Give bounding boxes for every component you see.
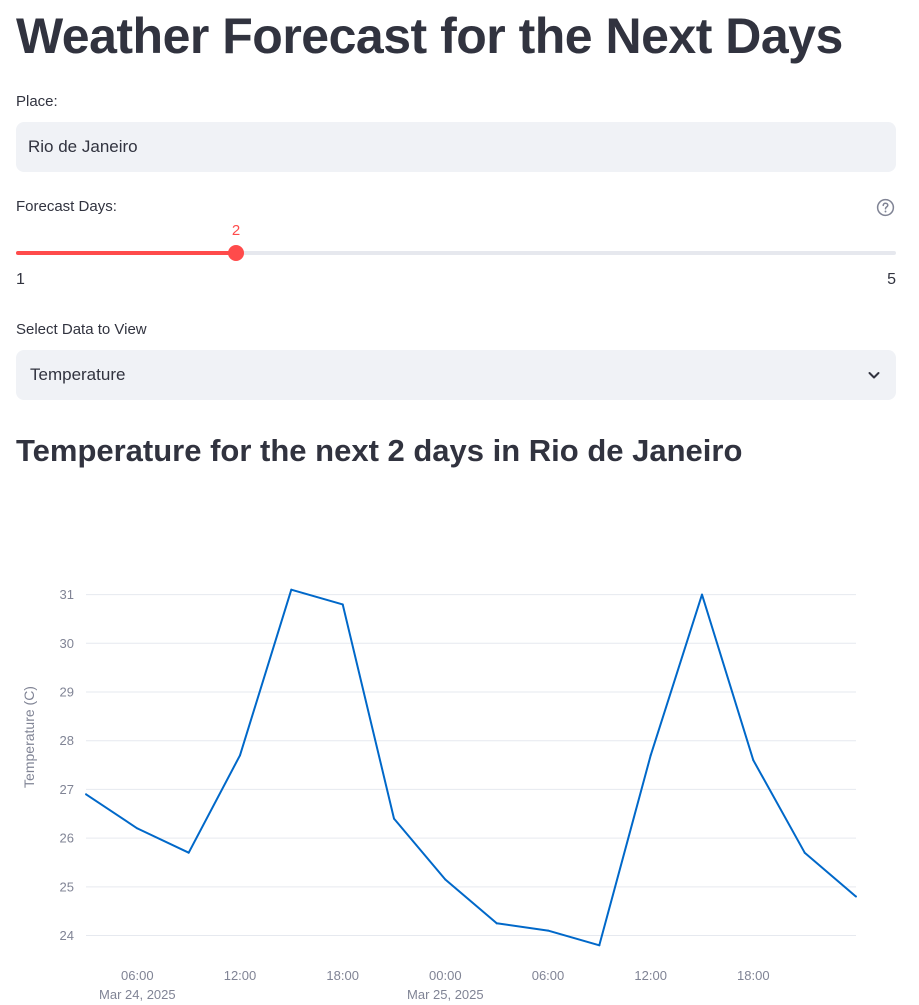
chart-x-tick-label: 18:00 (326, 968, 359, 983)
chart-data-point[interactable] (136, 827, 139, 830)
chart-series[interactable] (85, 588, 857, 947)
chart-y-tick-label: 25 (60, 879, 74, 894)
chart-data-point[interactable] (341, 603, 344, 606)
chart-y-tick-label: 28 (60, 733, 74, 748)
place-label: Place: (16, 93, 58, 110)
chart-y-tick-label: 26 (60, 831, 74, 846)
temperature-line-chart[interactable]: 24 25 26 27 28 29 30 31 06:00 Mar 24, 2025 12:00 1… (0, 480, 919, 1005)
chart-y-axis-label: Temperature (C) (21, 686, 37, 788)
chart-x-tick-label: 00:00 (429, 968, 462, 983)
chart-data-point[interactable] (239, 754, 241, 757)
page-title: Weather Forecast for the Next Days (16, 8, 843, 64)
chart-x-tick-label: 18:00 (737, 968, 770, 983)
data-select-value: Temperature (30, 365, 126, 384)
chart-y-tick-label: 31 (60, 587, 74, 602)
chart-x-tick-label: 06:00 (121, 968, 154, 983)
chart-data-point[interactable] (701, 593, 703, 596)
chart-data-point[interactable] (444, 878, 447, 881)
chart-heading: Temperature for the next 2 days in Rio d… (16, 433, 743, 468)
chart-gridlines (86, 594, 856, 937)
chart-y-axis: 24 25 26 27 28 29 30 31 (60, 587, 74, 943)
forecast-days-slider-thumb[interactable] (228, 245, 244, 261)
chart-y-tick-label: 29 (60, 685, 74, 700)
chart-x-tick-label: 12:00 (634, 968, 667, 983)
chevron-down-icon (868, 372, 880, 379)
chart-data-point[interactable] (547, 929, 549, 932)
forecast-days-slider-track[interactable] (16, 251, 896, 255)
place-input[interactable] (16, 122, 896, 172)
chart-x-tick-date-label: Mar 24, 2025 (99, 987, 176, 1002)
chart-y-tick-label: 24 (60, 928, 74, 943)
chart-x-tick-label: 12:00 (224, 968, 257, 983)
chart-data-point[interactable] (803, 851, 806, 854)
chart-data-point[interactable] (85, 793, 87, 796)
forecast-days-slider-value: 2 (231, 222, 241, 239)
forecast-days-slider-min: 1 (16, 271, 25, 288)
chart-data-point[interactable] (187, 851, 190, 854)
forecast-days-slider-fill (16, 251, 236, 255)
chart-data-point[interactable] (598, 944, 601, 947)
chart-y-tick-label: 30 (60, 636, 74, 651)
chart-x-tick-date-label: Mar 25, 2025 (407, 987, 484, 1002)
forecast-days-label: Forecast Days: (16, 198, 117, 215)
chart-x-axis: 06:00 Mar 24, 2025 12:00 18:00 00:00 Mar 25, … (99, 968, 770, 1002)
chart-x-tick-label: 06:00 (532, 968, 565, 983)
chart-data-point[interactable] (855, 895, 857, 898)
chart-data-point[interactable] (290, 588, 293, 591)
app-page: Weather Forecast for the Next Days Place… (0, 0, 919, 1005)
chart-data-point[interactable] (752, 759, 755, 762)
chart-data-point[interactable] (495, 922, 498, 925)
question-circle-icon[interactable] (876, 198, 895, 217)
chart-data-point[interactable] (393, 817, 395, 820)
data-select-label: Select Data to View (16, 321, 147, 338)
chart-y-tick-label: 27 (60, 782, 74, 797)
data-select-dropdown[interactable]: Temperature (16, 350, 896, 400)
forecast-days-slider-max: 5 (887, 271, 896, 288)
chart-data-point[interactable] (649, 754, 652, 757)
